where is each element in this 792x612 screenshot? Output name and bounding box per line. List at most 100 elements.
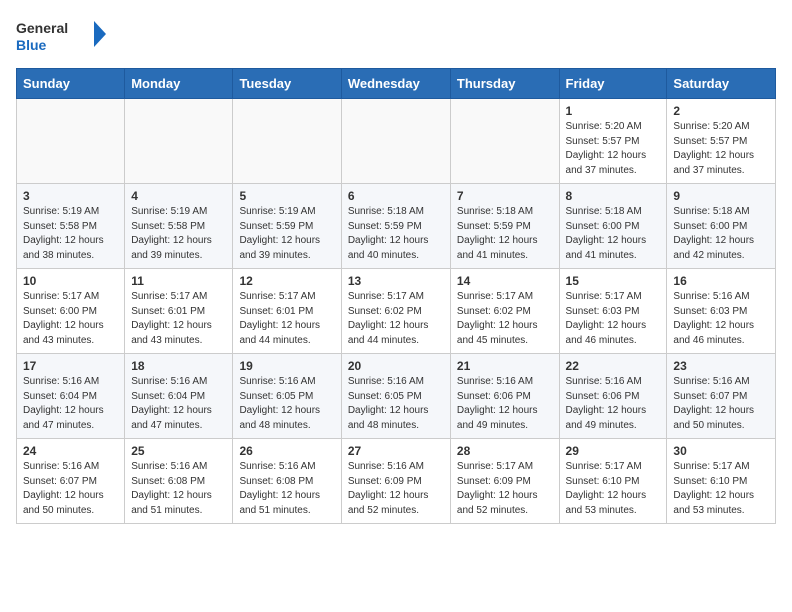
day-number: 17 [23,359,118,373]
day-info: Sunrise: 5:16 AMSunset: 6:04 PMDaylight:… [23,375,118,433]
calendar-cell: 8 Sunrise: 5:18 AMSunset: 6:00 PMDaylight… [559,184,667,269]
day-info: Sunrise: 5:19 AMSunset: 5:59 PMDaylight:… [239,205,334,263]
day-number: 4 [131,189,226,203]
day-info: Sunrise: 5:18 AMSunset: 6:00 PMDaylight:… [566,205,661,263]
day-number: 24 [23,444,118,458]
day-number: 30 [673,444,769,458]
day-info: Sunrise: 5:19 AMSunset: 5:58 PMDaylight:… [131,205,226,263]
day-info: Sunrise: 5:17 AMSunset: 6:03 PMDaylight:… [566,290,661,348]
col-header-monday: Monday [125,69,233,99]
calendar-cell: 10 Sunrise: 5:17 AMSunset: 6:00 PMDayligh… [17,269,125,354]
calendar-cell: 12 Sunrise: 5:17 AMSunset: 6:01 PMDayligh… [233,269,341,354]
day-number: 6 [348,189,444,203]
calendar-cell: 1 Sunrise: 5:20 AMSunset: 5:57 PMDaylight… [559,99,667,184]
day-number: 23 [673,359,769,373]
day-number: 13 [348,274,444,288]
day-number: 20 [348,359,444,373]
calendar-week-0: 1 Sunrise: 5:20 AMSunset: 5:57 PMDaylight… [17,99,776,184]
day-number: 15 [566,274,661,288]
calendar-cell: 17 Sunrise: 5:16 AMSunset: 6:04 PMDayligh… [17,354,125,439]
col-header-saturday: Saturday [667,69,776,99]
day-number: 12 [239,274,334,288]
svg-text:Blue: Blue [16,37,47,53]
day-number: 22 [566,359,661,373]
calendar-cell: 11Sunrise: 5:17 AMSunset: 6:01 PMDayligh… [125,269,233,354]
day-number: 8 [566,189,661,203]
day-info: Sunrise: 5:16 AMSunset: 6:09 PMDaylight:… [348,460,444,518]
calendar-cell: 18 Sunrise: 5:16 AMSunset: 6:04 PMDayligh… [125,354,233,439]
day-number: 7 [457,189,553,203]
day-info: Sunrise: 5:17 AMSunset: 6:10 PMDaylight:… [673,460,769,518]
day-info: Sunrise: 5:17 AMSunset: 6:00 PMDaylight:… [23,290,118,348]
day-number: 26 [239,444,334,458]
day-number: 27 [348,444,444,458]
calendar-cell: 27 Sunrise: 5:16 AMSunset: 6:09 PMDayligh… [341,439,450,524]
svg-text:General: General [16,20,68,36]
day-number: 1 [566,104,661,118]
day-info: Sunrise: 5:17 AMSunset: 6:09 PMDaylight:… [457,460,553,518]
logo: General Blue [16,16,106,56]
day-number: 19 [239,359,334,373]
calendar-cell: 15 Sunrise: 5:17 AMSunset: 6:03 PMDayligh… [559,269,667,354]
day-info: Sunrise: 5:16 AMSunset: 6:06 PMDaylight:… [457,375,553,433]
calendar-cell: 7Sunrise: 5:18 AMSunset: 5:59 PMDaylight… [450,184,559,269]
day-number: 16 [673,274,769,288]
day-info: Sunrise: 5:17 AMSunset: 6:10 PMDaylight:… [566,460,661,518]
page-header: General Blue [16,16,776,56]
day-number: 2 [673,104,769,118]
day-info: Sunrise: 5:16 AMSunset: 6:07 PMDaylight:… [23,460,118,518]
day-info: Sunrise: 5:16 AMSunset: 6:06 PMDaylight:… [566,375,661,433]
day-info: Sunrise: 5:17 AMSunset: 6:02 PMDaylight:… [348,290,444,348]
calendar-week-2: 10 Sunrise: 5:17 AMSunset: 6:00 PMDayligh… [17,269,776,354]
day-number: 25 [131,444,226,458]
day-info: Sunrise: 5:16 AMSunset: 6:07 PMDaylight:… [673,375,769,433]
calendar-cell: 14 Sunrise: 5:17 AMSunset: 6:02 PMDayligh… [450,269,559,354]
calendar-cell: 22 Sunrise: 5:16 AMSunset: 6:06 PMDayligh… [559,354,667,439]
day-number: 5 [239,189,334,203]
calendar-cell [17,99,125,184]
calendar-cell [341,99,450,184]
calendar-cell: 20Sunrise: 5:16 AMSunset: 6:05 PMDayligh… [341,354,450,439]
day-info: Sunrise: 5:20 AMSunset: 5:57 PMDaylight:… [566,120,661,178]
day-number: 29 [566,444,661,458]
calendar-cell: 6 Sunrise: 5:18 AMSunset: 5:59 PMDaylight… [341,184,450,269]
calendar-week-1: 3 Sunrise: 5:19 AMSunset: 5:58 PMDaylight… [17,184,776,269]
col-header-tuesday: Tuesday [233,69,341,99]
calendar-cell: 19Sunrise: 5:16 AMSunset: 6:05 PMDayligh… [233,354,341,439]
calendar-cell: 5 Sunrise: 5:19 AMSunset: 5:59 PMDaylight… [233,184,341,269]
calendar-cell: 16 Sunrise: 5:16 AMSunset: 6:03 PMDayligh… [667,269,776,354]
calendar-cell: 13 Sunrise: 5:17 AMSunset: 6:02 PMDayligh… [341,269,450,354]
calendar-cell: 4 Sunrise: 5:19 AMSunset: 5:58 PMDaylight… [125,184,233,269]
day-number: 21 [457,359,553,373]
day-number: 10 [23,274,118,288]
day-info: Sunrise: 5:18 AMSunset: 6:00 PMDaylight:… [673,205,769,263]
calendar-cell [125,99,233,184]
col-header-wednesday: Wednesday [341,69,450,99]
calendar-cell: 28 Sunrise: 5:17 AMSunset: 6:09 PMDayligh… [450,439,559,524]
day-info: Sunrise: 5:16 AMSunset: 6:03 PMDaylight:… [673,290,769,348]
day-info: Sunrise: 5:16 AMSunset: 6:04 PMDaylight:… [131,375,226,433]
col-header-sunday: Sunday [17,69,125,99]
day-info: Sunrise: 5:19 AMSunset: 5:58 PMDaylight:… [23,205,118,263]
col-header-thursday: Thursday [450,69,559,99]
calendar-cell: 29 Sunrise: 5:17 AMSunset: 6:10 PMDayligh… [559,439,667,524]
calendar-header-row: SundayMondayTuesdayWednesdayThursdayFrid… [17,69,776,99]
day-info: Sunrise: 5:17 AMSunset: 6:01 PMDaylight:… [239,290,334,348]
day-number: 3 [23,189,118,203]
calendar-cell: 3 Sunrise: 5:19 AMSunset: 5:58 PMDaylight… [17,184,125,269]
calendar-cell: 21 Sunrise: 5:16 AMSunset: 6:06 PMDayligh… [450,354,559,439]
day-info: Sunrise: 5:20 AMSunset: 5:57 PMDaylight:… [673,120,769,178]
calendar-table: SundayMondayTuesdayWednesdayThursdayFrid… [16,68,776,524]
logo-svg: General Blue [16,16,106,56]
day-info: Sunrise: 5:17 AMSunset: 6:02 PMDaylight:… [457,290,553,348]
calendar-week-4: 24 Sunrise: 5:16 AMSunset: 6:07 PMDayligh… [17,439,776,524]
day-info: Sunrise: 5:18 AMSunset: 5:59 PMDaylight:… [348,205,444,263]
day-number: 28 [457,444,553,458]
calendar-cell: 30 Sunrise: 5:17 AMSunset: 6:10 PMDayligh… [667,439,776,524]
calendar-cell: 23 Sunrise: 5:16 AMSunset: 6:07 PMDayligh… [667,354,776,439]
day-number: 9 [673,189,769,203]
day-number: 11 [131,274,226,288]
calendar-cell [233,99,341,184]
day-number: 18 [131,359,226,373]
day-number: 14 [457,274,553,288]
